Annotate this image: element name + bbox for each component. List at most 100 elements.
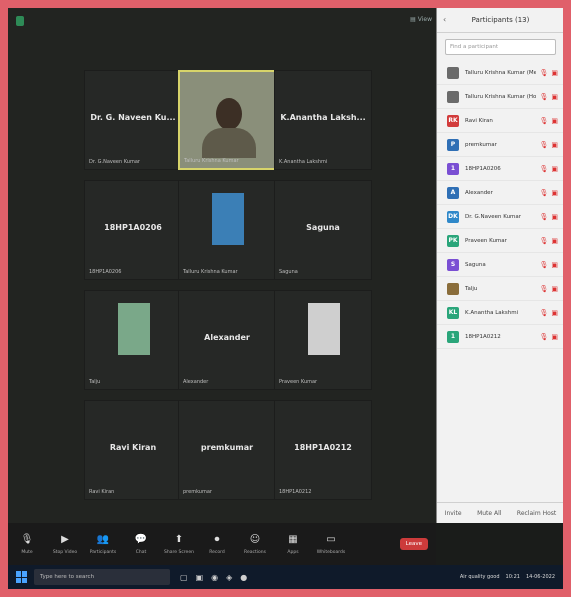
participant-name: Talluru Krishna Kumar (Host): [465, 93, 537, 100]
windows-start-icon[interactable]: [16, 571, 28, 583]
browser-icon[interactable]: ◉: [211, 573, 218, 582]
video-off-icon: ▣: [551, 212, 558, 221]
video-off-icon: ▣: [551, 92, 558, 101]
tile-caption: Talluru Krishna Kumar: [183, 269, 238, 275]
apps-icon: ▦: [288, 534, 298, 545]
participant-row[interactable]: Talluru Krishna Kumar (Host) 🎙 ▣: [437, 85, 563, 109]
taskbar-search-input[interactable]: Type here to search: [34, 569, 170, 585]
task-view-icon[interactable]: ▢: [180, 573, 188, 582]
participant-name: Talluru Krishna Kumar (Me): [465, 69, 537, 76]
participants-button[interactable]: 👥 Participants: [84, 533, 122, 555]
tile-caption: 18HP1A0206: [89, 269, 122, 275]
tile-caption: 18HP1A0212: [279, 489, 312, 495]
chat-icon: 💬: [134, 534, 148, 545]
video-off-icon: ▣: [551, 236, 558, 245]
participant-list: Talluru Krishna Kumar (Me) 🎙 ▣ Talluru Kris…: [437, 61, 563, 349]
participant-name: Ravi Kiran: [465, 117, 493, 124]
profile-picture: [308, 303, 340, 355]
participant-video: [216, 98, 242, 130]
mute-all-button[interactable]: Mute All: [477, 510, 501, 517]
video-tile[interactable]: 18HP1A0212 18HP1A0212: [274, 400, 372, 500]
panel-footer: Invite Mute All Reclaim Host: [437, 502, 563, 523]
whiteboards-button[interactable]: ▭ Whiteboards: [312, 533, 350, 555]
participant-name: Talju: [465, 285, 478, 292]
file-explorer-icon[interactable]: ▣: [196, 573, 204, 582]
tile-caption: Dr. G.Naveen Kumar: [89, 159, 140, 165]
mic-muted-icon: 🎙: [539, 332, 549, 341]
mute-button[interactable]: 🎙 Mute: [8, 533, 46, 555]
participants-icon: 👥: [96, 534, 110, 545]
security-shield-icon[interactable]: [16, 16, 24, 26]
tile-caption: premkumar: [183, 489, 212, 495]
participants-header: ‹ Participants (13): [437, 8, 563, 33]
mic-muted-icon: 🎙: [539, 140, 549, 149]
participant-search-input[interactable]: Find a participant: [445, 39, 556, 55]
reclaim-host-button[interactable]: Reclaim Host: [517, 510, 556, 517]
video-off-icon: ▣: [551, 308, 558, 317]
zoom-app-icon[interactable]: ◈: [226, 573, 232, 582]
participant-row[interactable]: RK Ravi Kiran 🎙 ▣: [437, 109, 563, 133]
mic-muted-icon: 🎙: [539, 92, 549, 101]
toolbar-label: Record: [209, 550, 225, 555]
system-tray: Air quality good 10:21 14-06-2022: [460, 574, 555, 580]
video-tile[interactable]: premkumar premkumar: [178, 400, 276, 500]
profile-picture: [212, 193, 244, 245]
participant-row[interactable]: S Saguna 🎙 ▣: [437, 253, 563, 277]
video-tile[interactable]: Alexander Alexander: [178, 290, 276, 390]
video-off-icon: ▣: [551, 140, 558, 149]
participant-row[interactable]: KL K.Anantha Lakshmi 🎙 ▣: [437, 301, 563, 325]
toolbar-label: Reactions: [244, 550, 266, 555]
video-tile[interactable]: Dr. G. Naveen Ku... Dr. G.Naveen Kumar: [84, 70, 182, 170]
participant-row[interactable]: 1 18HP1A0206 🎙 ▣: [437, 157, 563, 181]
video-tile[interactable]: Ravi Kiran Ravi Kiran: [84, 400, 182, 500]
mic-muted-icon: 🎙: [539, 164, 549, 173]
participant-row[interactable]: 1 18HP1A0212 🎙 ▣: [437, 325, 563, 349]
time-text[interactable]: 10:21: [506, 574, 520, 580]
stop-video-button[interactable]: ▶ Stop Video: [46, 533, 84, 555]
collapse-icon[interactable]: ‹: [443, 8, 446, 32]
tile-display-name: Dr. G. Naveen Ku...: [90, 113, 176, 122]
participant-row[interactable]: DK Dr. G.Naveen Kumar 🎙 ▣: [437, 205, 563, 229]
participant-row[interactable]: PK Praveen Kumar 🎙 ▣: [437, 229, 563, 253]
toolbar-label: Share Screen: [164, 550, 194, 555]
participant-row[interactable]: A Alexander 🎙 ▣: [437, 181, 563, 205]
participant-name: K.Anantha Lakshmi: [465, 309, 519, 316]
weather-text[interactable]: Air quality good: [460, 574, 500, 580]
app-icon[interactable]: ●: [240, 573, 247, 582]
tile-caption: Alexander: [183, 379, 209, 385]
toolbar-label: Stop Video: [52, 550, 78, 555]
tile-display-name: 18HP1A0212: [294, 443, 352, 452]
tile-display-name: Ravi Kiran: [109, 443, 157, 452]
invite-button[interactable]: Invite: [445, 510, 462, 517]
video-tile[interactable]: Talju: [84, 290, 182, 390]
video-tile[interactable]: Talluru Krishna Kumar: [178, 70, 276, 170]
profile-picture: [118, 303, 150, 355]
avatar: 1: [447, 330, 459, 343]
participant-row[interactable]: Talju 🎙 ▣: [437, 277, 563, 301]
tile-display-name: 18HP1A0206: [104, 223, 162, 232]
video-gallery: ▤ View Dr. G. Naveen Ku... Dr. G.Naveen K…: [8, 8, 436, 523]
video-tile[interactable]: K.Anantha Laksh... K.Anantha Lakshmi: [274, 70, 372, 170]
tile-caption: Talju: [89, 379, 101, 385]
chat-button[interactable]: 💬 Chat: [122, 533, 160, 555]
reactions-button[interactable]: ☺ Reactions: [236, 533, 274, 555]
participant-name: premkumar: [465, 141, 497, 148]
leave-button[interactable]: Leave: [399, 538, 428, 550]
participant-row[interactable]: Talluru Krishna Kumar (Me) 🎙 ▣: [437, 61, 563, 85]
mic-muted-icon: 🎙: [539, 68, 549, 77]
date-text[interactable]: 14-06-2022: [526, 574, 555, 580]
video-tile[interactable]: 18HP1A0206 18HP1A0206: [84, 180, 182, 280]
record-button[interactable]: ⏺ Record: [198, 533, 236, 555]
share-icon: ⬆: [174, 534, 184, 545]
video-tile[interactable]: Saguna Saguna: [274, 180, 372, 280]
video-tile[interactable]: Talluru Krishna Kumar: [178, 180, 276, 280]
toolbar-label: Mute: [21, 550, 33, 555]
apps-button[interactable]: ▦ Apps: [274, 533, 312, 555]
video-tile[interactable]: Praveen Kumar: [274, 290, 372, 390]
tile-caption: Praveen Kumar: [279, 379, 318, 385]
participant-row[interactable]: Ppremkumar 🎙 ▣: [437, 133, 563, 157]
toolbar-label: Chat: [135, 550, 147, 555]
share-screen-button[interactable]: ⬆ Share Screen: [160, 533, 198, 555]
view-toggle-icon[interactable]: ▤ View: [410, 16, 432, 23]
tile-caption: Ravi Kiran: [89, 489, 115, 495]
